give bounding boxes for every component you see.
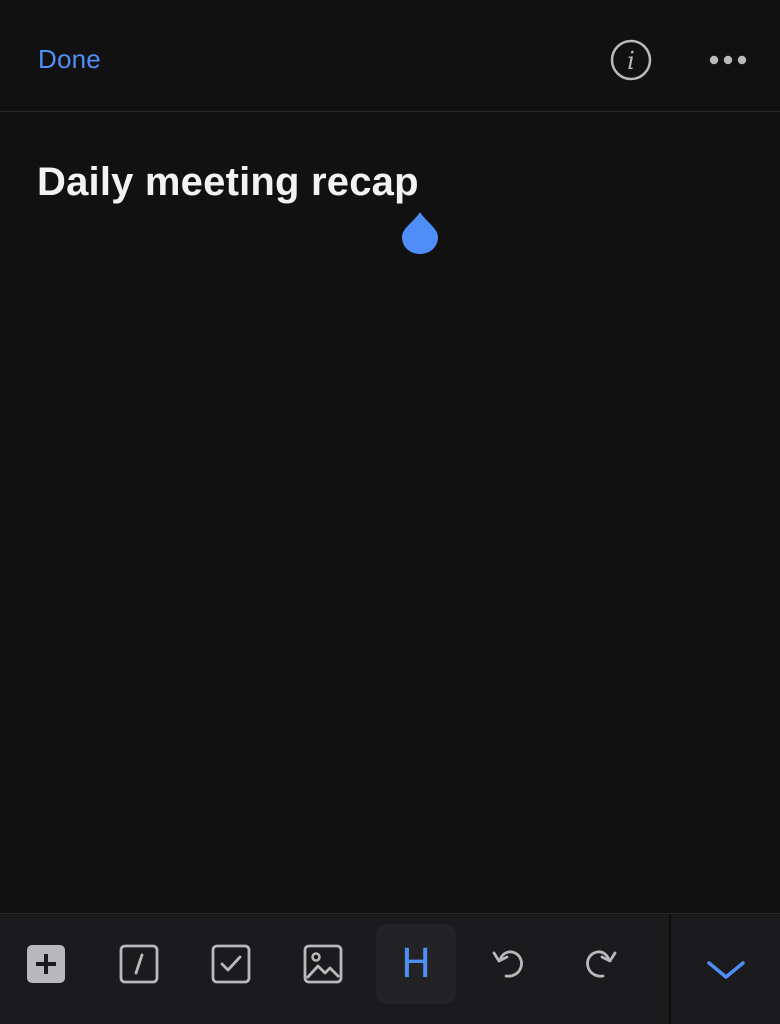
checklist-icon	[211, 944, 251, 984]
note-title[interactable]: Daily meeting recap	[37, 160, 419, 205]
more-horizontal-icon	[709, 55, 747, 65]
undo-icon	[492, 950, 523, 978]
checklist-button[interactable]	[191, 924, 271, 1004]
image-icon	[303, 944, 343, 984]
redo-button[interactable]	[561, 924, 641, 1004]
insert-image-button[interactable]	[283, 924, 363, 1004]
formatting-toolbar: H	[0, 913, 780, 1024]
note-body-area[interactable]	[0, 112, 780, 912]
redo-icon	[586, 950, 617, 978]
add-block-icon	[27, 945, 65, 983]
more-options-button[interactable]	[704, 44, 752, 76]
info-button[interactable]: i	[610, 39, 652, 81]
collapse-toolbar-button[interactable]	[671, 914, 780, 1024]
slash-command-button[interactable]	[99, 924, 179, 1004]
undo-button[interactable]	[468, 924, 548, 1004]
info-icon: i	[610, 39, 652, 81]
chevron-down-icon	[706, 960, 745, 979]
slash-command-icon	[119, 944, 159, 984]
heading-button[interactable]: H	[376, 924, 456, 1004]
heading-icon: H	[400, 941, 432, 987]
note-editor-screen: Done i Daily meeting recap H	[0, 0, 780, 1024]
editor-header: Done i	[0, 0, 780, 112]
svg-text:i: i	[627, 47, 635, 75]
cursor-handle-icon	[402, 212, 438, 254]
done-button[interactable]: Done	[38, 44, 101, 75]
text-cursor-handle[interactable]	[400, 210, 440, 256]
add-block-button[interactable]	[6, 924, 86, 1004]
